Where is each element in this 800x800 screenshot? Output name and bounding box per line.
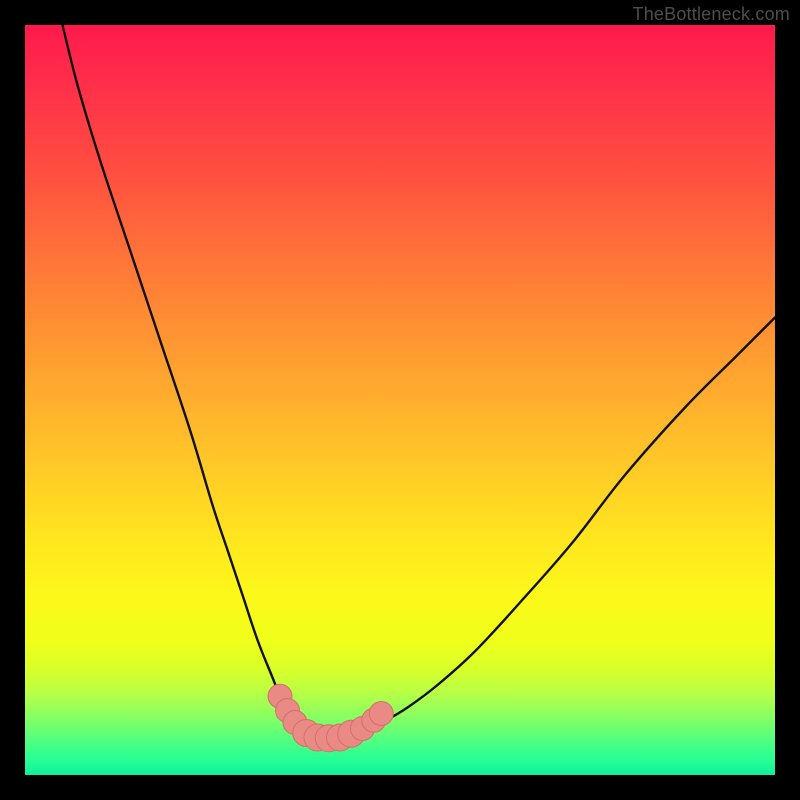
curve-group (63, 25, 776, 738)
curve-right-branch (355, 318, 775, 736)
curve-left-branch (63, 25, 311, 735)
chart-frame (25, 25, 775, 775)
chart-svg (25, 25, 775, 775)
valley-marker (369, 702, 393, 726)
marker-group (268, 684, 393, 752)
watermark-text: TheBottleneck.com (633, 4, 790, 25)
